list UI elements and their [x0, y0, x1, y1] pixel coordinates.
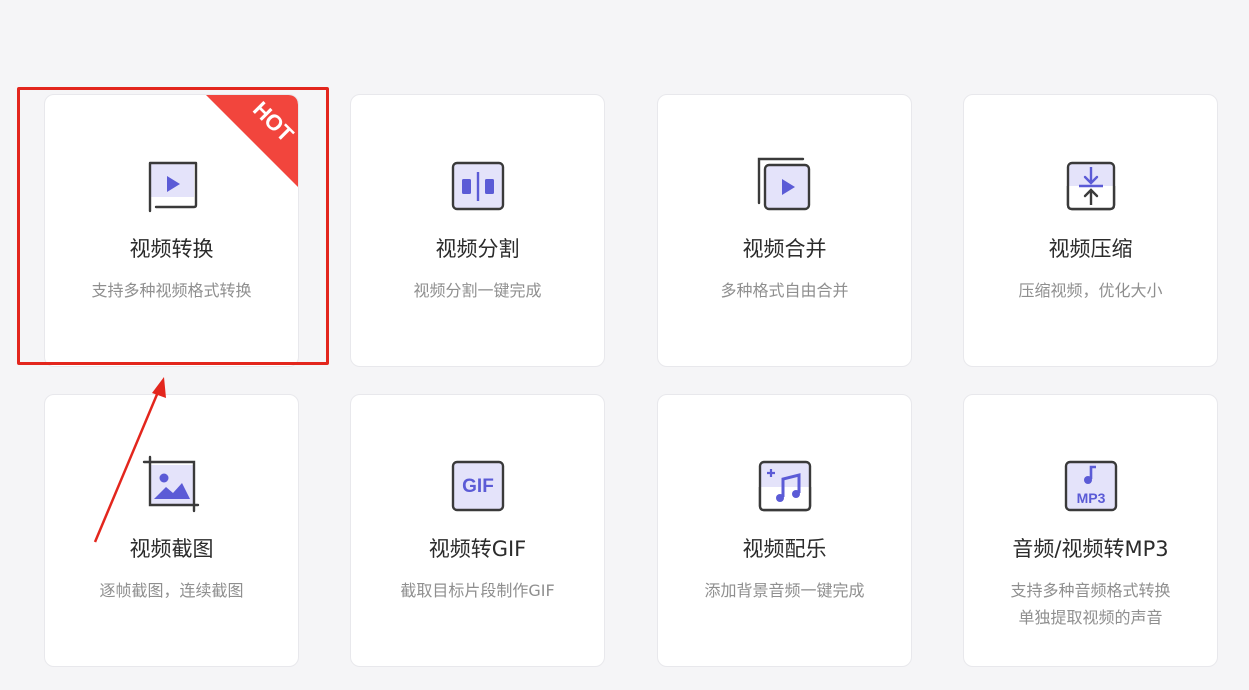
annotation-arrow: [93, 377, 166, 543]
